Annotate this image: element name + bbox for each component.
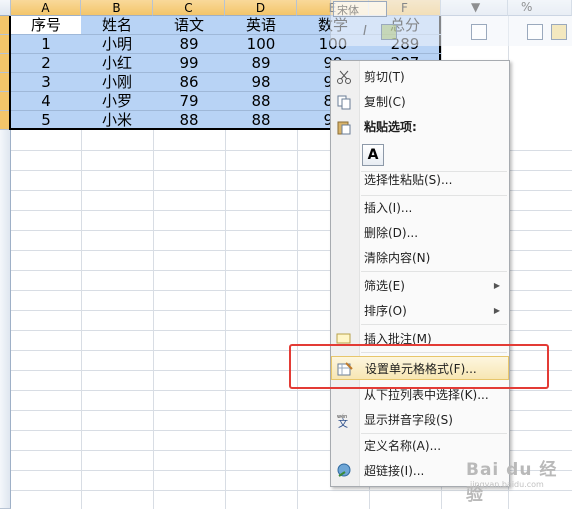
- table-cell[interactable]: 99: [153, 54, 225, 72]
- menu-item-label: 清除内容(N): [364, 251, 431, 265]
- context-menu: 剪切(T) 复制(C) 粘贴选项: A 选择性粘贴(S)... 插入(I)...…: [330, 60, 510, 487]
- menu-item-label: 排序(O): [364, 304, 407, 318]
- table-cell[interactable]: 89: [225, 54, 297, 72]
- menu-item-clear-contents[interactable]: 清除内容(N): [331, 246, 509, 270]
- watermark-url: jingyan.baidu.com: [470, 480, 544, 489]
- menu-item-sort[interactable]: 排序(O) ▶: [331, 299, 509, 323]
- menu-item-cut[interactable]: 剪切(T): [331, 65, 509, 89]
- svg-text:文: 文: [338, 417, 348, 428]
- table-cell[interactable]: 小米: [81, 111, 153, 129]
- menu-item-delete[interactable]: 删除(D)...: [331, 221, 509, 245]
- scissors-icon: [337, 70, 351, 84]
- decimal-icon[interactable]: [527, 24, 543, 40]
- header-cell-english[interactable]: 英语: [225, 16, 297, 34]
- row-header-rest[interactable]: [0, 130, 11, 509]
- menu-item-label: 定义名称(A)...: [364, 439, 442, 453]
- italic-button[interactable]: I: [363, 24, 367, 39]
- table-cell[interactable]: 5: [11, 111, 81, 129]
- menu-item-label: 显示拼音字段(S): [364, 413, 453, 427]
- menu-item-label: 筛选(E): [364, 279, 405, 293]
- format-painter-icon[interactable]: [551, 24, 567, 40]
- mini-toolbar: 宋体 ▼ % I: [330, 0, 572, 46]
- header-cell-chinese[interactable]: 语文: [153, 16, 225, 34]
- menu-item-label: 超链接(I)...: [364, 464, 425, 478]
- annotation-highlight-box: [289, 344, 549, 389]
- table-cell[interactable]: 100: [225, 35, 297, 53]
- table-cell[interactable]: 86: [153, 73, 225, 91]
- paste-icon: [337, 121, 351, 135]
- column-header-b[interactable]: B: [81, 0, 153, 16]
- menu-item-label: 粘贴选项:: [364, 120, 417, 134]
- submenu-arrow-icon: ▶: [493, 306, 500, 315]
- column-header-a[interactable]: A: [11, 0, 81, 16]
- menu-item-copy[interactable]: 复制(C): [331, 90, 509, 114]
- table-cell[interactable]: 小刚: [81, 73, 153, 91]
- header-cell-seq[interactable]: 序号: [11, 16, 81, 34]
- submenu-arrow-icon: ▶: [493, 281, 500, 290]
- dropdown-icon[interactable]: ▼: [471, 0, 480, 14]
- menu-item-filter[interactable]: 筛选(E) ▶: [331, 274, 509, 298]
- menu-item-label: 剪切(T): [364, 70, 405, 84]
- column-header-d[interactable]: D: [225, 0, 297, 16]
- menu-item-paste-options: 粘贴选项:: [331, 115, 509, 139]
- font-name-label: 宋体: [337, 4, 359, 17]
- table-cell[interactable]: 88: [153, 111, 225, 129]
- menu-item-label: 复制(C): [364, 95, 406, 109]
- align-center-icon[interactable]: [381, 24, 397, 40]
- column-header-c[interactable]: C: [153, 0, 225, 16]
- percent-icon[interactable]: %: [521, 0, 532, 14]
- menu-item-insert[interactable]: 插入(I)...: [331, 196, 509, 220]
- phonetic-icon: wén文: [337, 413, 348, 428]
- table-cell[interactable]: 3: [11, 73, 81, 91]
- table-cell[interactable]: 79: [153, 92, 225, 110]
- table-cell[interactable]: 小红: [81, 54, 153, 72]
- borders-icon[interactable]: [471, 24, 487, 40]
- paste-values-button[interactable]: A: [362, 144, 384, 166]
- menu-item-label: 删除(D)...: [364, 226, 419, 240]
- table-cell[interactable]: 88: [225, 111, 297, 129]
- menu-item-label: 选择性粘贴(S)...: [364, 173, 453, 187]
- hyperlink-icon: [337, 463, 351, 477]
- table-cell[interactable]: 小罗: [81, 92, 153, 110]
- menu-item-paste-special[interactable]: 选择性粘贴(S)...: [331, 168, 509, 192]
- table-cell[interactable]: 4: [11, 92, 81, 110]
- menu-item-phonetic[interactable]: wén 文 显示拼音字段(S): [331, 408, 509, 432]
- font-name-box[interactable]: 宋体: [333, 1, 387, 17]
- table-cell[interactable]: 2: [11, 54, 81, 72]
- table-cell[interactable]: 小明: [81, 35, 153, 53]
- table-cell[interactable]: 1: [11, 35, 81, 53]
- select-all-corner[interactable]: [0, 0, 11, 16]
- header-cell-name[interactable]: 姓名: [81, 16, 153, 34]
- menu-item-label: 插入(I)...: [364, 201, 413, 215]
- copy-icon: [337, 95, 351, 110]
- table-cell[interactable]: 98: [225, 73, 297, 91]
- table-cell[interactable]: 88: [225, 92, 297, 110]
- table-cell[interactable]: 89: [153, 35, 225, 53]
